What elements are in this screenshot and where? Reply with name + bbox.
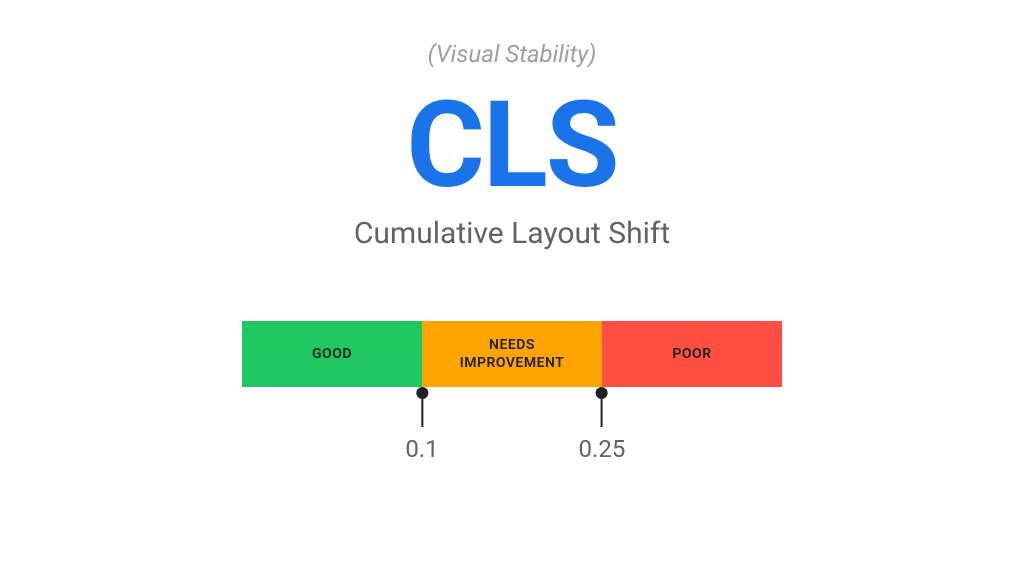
segment-poor: POOR	[602, 321, 782, 387]
threshold-tick-1: 0.1	[405, 387, 438, 463]
threshold-ticks: 0.1 0.25	[242, 387, 782, 447]
tick-dot-icon	[416, 387, 428, 399]
subtitle: (Visual Stability)	[428, 40, 597, 68]
threshold-bar: GOOD NEEDS IMPROVEMENT POOR	[242, 321, 782, 387]
tick-line-icon	[421, 399, 423, 427]
threshold-bar-container: GOOD NEEDS IMPROVEMENT POOR 0.1 0.25	[242, 321, 782, 447]
tick-dot-icon	[596, 387, 608, 399]
metric-abbreviation: CLS	[406, 86, 617, 206]
tick-line-icon	[601, 399, 603, 427]
metric-full-name: Cumulative Layout Shift	[354, 216, 670, 251]
threshold-tick-2: 0.25	[579, 387, 626, 463]
threshold-label-1: 0.1	[405, 435, 438, 463]
segment-good: GOOD	[242, 321, 422, 387]
segment-needs-improvement: NEEDS IMPROVEMENT	[422, 321, 602, 387]
threshold-label-2: 0.25	[579, 435, 626, 463]
